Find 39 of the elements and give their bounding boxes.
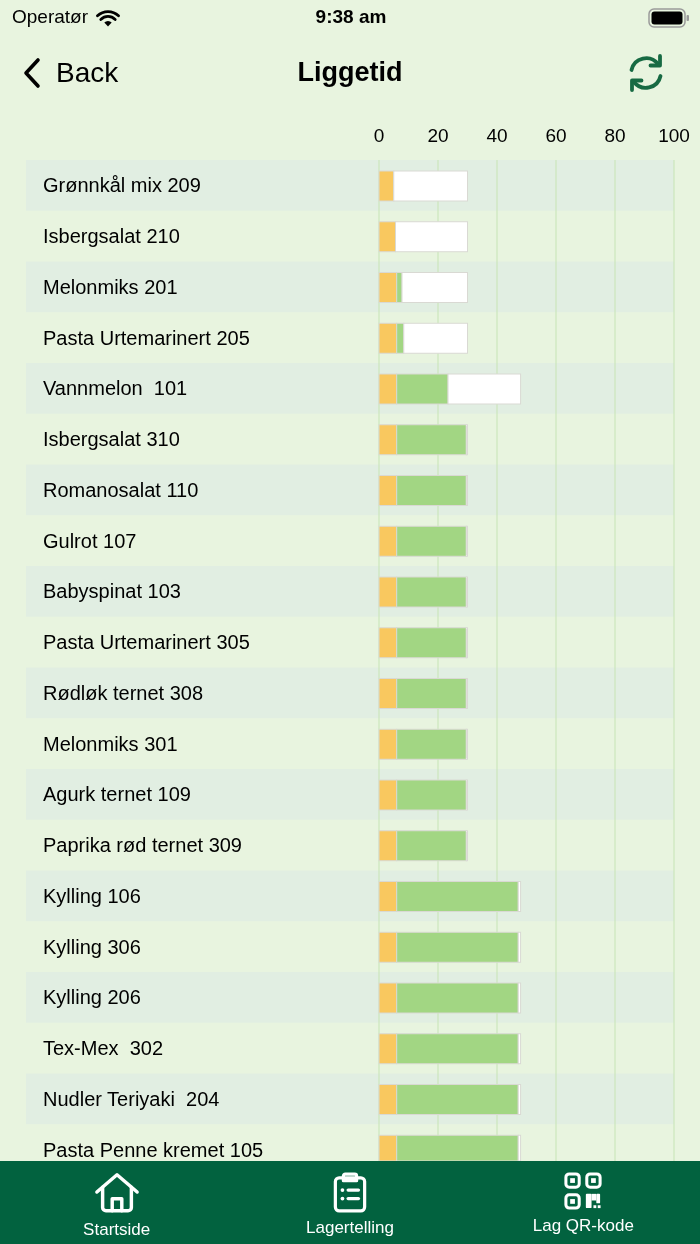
product-label: Babyspinat 103 xyxy=(43,580,181,603)
back-button[interactable]: Back xyxy=(20,51,123,94)
wifi-icon xyxy=(96,8,121,27)
battery-icon xyxy=(648,7,690,28)
page-title: Liggetid xyxy=(297,56,403,89)
product-label: Gulrot 107 xyxy=(43,529,137,552)
tab-button[interactable]: Lag QR-kode xyxy=(532,1161,634,1244)
product-label: Isbergsalat 310 xyxy=(43,428,180,451)
chevron-left-icon xyxy=(22,56,42,89)
product-label: Agurk ternet 109 xyxy=(43,783,191,806)
product-label: Grønnkål mix 209 xyxy=(43,174,201,197)
product-label: Kylling 106 xyxy=(43,884,141,907)
clipboard-icon xyxy=(333,1171,367,1213)
product-label: Isbergsalat 210 xyxy=(43,225,180,248)
product-label: Vannmelon 101 xyxy=(43,377,188,400)
product-label: Kylling 206 xyxy=(43,986,141,1009)
product-label: Paprika rød ternet 309 xyxy=(43,834,242,857)
axis-tick-label: 20 xyxy=(427,125,449,146)
axis-tick-label: 40 xyxy=(486,125,508,146)
house-icon xyxy=(93,1171,140,1215)
qr-code-icon xyxy=(564,1171,603,1211)
product-label: Pasta Urtemarinert 305 xyxy=(43,631,250,654)
status-time: 9:38 am xyxy=(315,5,387,30)
product-label: Kylling 306 xyxy=(43,935,141,958)
axis-tick-label: 100 xyxy=(658,125,690,146)
tab-button[interactable]: Lagertelling xyxy=(306,1161,394,1244)
axis-tick-label: 80 xyxy=(604,125,626,146)
product-label: Tex-Mex 302 xyxy=(43,1037,164,1060)
carrier-name: Operatør xyxy=(12,5,89,30)
product-label: Romanosalat 110 xyxy=(43,478,199,501)
product-label: Nudler Teriyaki 204 xyxy=(43,1087,220,1110)
product-label: Pasta Urtemarinert 205 xyxy=(43,326,250,349)
axis-tick-label: 60 xyxy=(545,125,567,146)
product-label: Melonmiks 301 xyxy=(43,732,178,755)
product-label: Pasta Penne kremet 105 xyxy=(43,1138,264,1161)
product-label: Melonmiks 201 xyxy=(43,275,178,298)
tab-button[interactable]: Startside xyxy=(83,1161,151,1244)
product-label: Rødløk ternet 308 xyxy=(43,681,204,704)
axis-tick-label: 0 xyxy=(373,125,385,146)
